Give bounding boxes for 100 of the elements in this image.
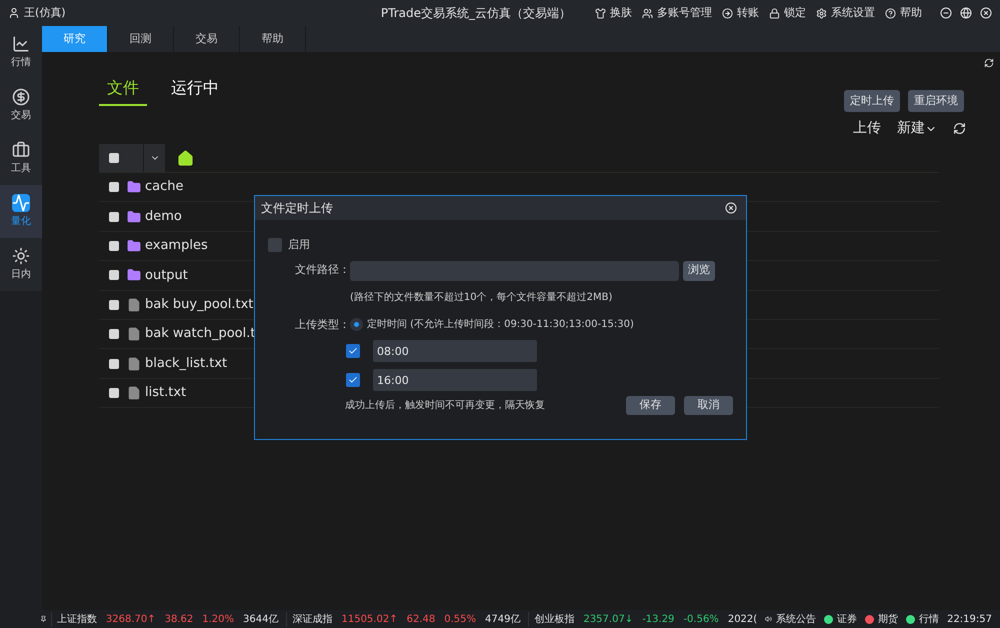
file-icon: [127, 356, 141, 371]
user-icon: [8, 7, 20, 19]
file-name[interactable]: bak watch_pool.t: [145, 324, 256, 344]
radio-label: 定时时间 (不允许上传时间段：09:30-11:30;13:00-15:30): [367, 318, 634, 332]
path-field[interactable]: [350, 260, 679, 280]
tab[interactable]: 回测: [108, 26, 174, 52]
home-icon[interactable]: [177, 150, 194, 166]
check-icon: [348, 375, 358, 385]
pin-icon[interactable]: [40, 614, 47, 624]
sidebar-item[interactable]: 交易: [0, 79, 42, 132]
checkbox[interactable]: [109, 300, 119, 310]
index-name: 深证成指: [292, 612, 332, 626]
transfer-icon: [722, 8, 733, 18]
index-price: 2357.07↓: [583, 612, 634, 626]
radio-button[interactable]: [350, 318, 363, 332]
time-field[interactable]: 16:00: [373, 369, 537, 391]
folder-icon: [127, 180, 141, 194]
help-icon: [885, 8, 896, 18]
index-percent: -0.56%: [683, 612, 719, 626]
toolbar-button[interactable]: 多账号管理: [642, 4, 712, 22]
checkbox[interactable]: [109, 240, 119, 251]
subtab[interactable]: 文件: [99, 76, 147, 106]
case-icon: [12, 141, 30, 159]
dialog-title: 文件定时上传: [261, 200, 333, 217]
index-name: 上证指数: [56, 612, 97, 626]
browse-button[interactable]: 浏览: [683, 260, 715, 280]
time-field[interactable]: 08:00: [373, 340, 537, 362]
file-name[interactable]: demo: [145, 206, 182, 226]
tab[interactable]: 帮助: [240, 26, 306, 52]
file-name[interactable]: cache: [145, 177, 184, 197]
close-icon[interactable]: [725, 202, 737, 214]
index-volume: 3644亿: [243, 612, 278, 626]
user-name: 王(仿真): [24, 4, 66, 21]
market-label: 行情: [919, 612, 940, 626]
index-change: 38.62: [164, 612, 194, 626]
market-label: 证券: [837, 612, 858, 626]
refresh-icon[interactable]: [953, 122, 966, 135]
note-text: 成功上传后，触发时间不可再变更，隔天恢复: [345, 398, 545, 413]
folder-icon: [127, 268, 141, 282]
checkbox[interactable]: [346, 344, 360, 358]
file-icon: [127, 327, 141, 342]
checkbox[interactable]: [268, 238, 282, 252]
upload-button[interactable]: 上传: [853, 118, 881, 139]
checkbox[interactable]: [109, 358, 119, 369]
sidebar-item[interactable]: 工具: [0, 132, 42, 185]
refresh-icon[interactable]: [984, 58, 994, 68]
checkbox[interactable]: [109, 270, 119, 280]
index-price: 3268.70↑: [106, 612, 156, 626]
toolbar-button[interactable]: 换肤: [595, 4, 632, 22]
path-label: 文件路径：: [294, 262, 350, 278]
toolbar-button[interactable]: 帮助: [885, 4, 922, 22]
close-icon[interactable]: [980, 7, 992, 19]
check-icon: [348, 346, 358, 356]
chart-icon: [12, 35, 30, 53]
file-name[interactable]: list.txt: [145, 383, 186, 403]
index-percent: 0.55%: [444, 612, 476, 626]
gear-icon: [816, 8, 827, 18]
action-button[interactable]: 重启环境: [908, 90, 964, 112]
window-title: PTrade交易系统_云仿真（交易端）: [380, 5, 571, 22]
checkbox[interactable]: [109, 212, 119, 222]
file-icon: [127, 298, 141, 312]
file-name[interactable]: bak buy_pool.txt: [145, 295, 254, 314]
minimize-icon[interactable]: [940, 7, 952, 19]
toolbar-button[interactable]: 锁定: [769, 4, 806, 22]
pulse-icon: [12, 194, 30, 212]
enable-label: 启用: [288, 237, 310, 253]
index-percent: 1.20%: [202, 612, 234, 626]
file-name[interactable]: black_list.txt: [145, 354, 228, 374]
toolbar-button[interactable]: 转账: [722, 4, 759, 22]
index-volume: 4749亿: [485, 612, 520, 626]
cancel-button[interactable]: 取消: [684, 396, 733, 415]
file-name[interactable]: output: [145, 266, 188, 286]
tab[interactable]: 交易: [174, 26, 240, 52]
new-menu-button[interactable]: 新建: [897, 118, 937, 139]
checkbox[interactable]: [109, 388, 119, 398]
lock-icon: [769, 8, 780, 18]
notice-link[interactable]: 系统公告: [776, 612, 816, 626]
file-name[interactable]: examples: [145, 236, 208, 256]
checkbox[interactable]: [109, 153, 119, 163]
sidebar-item[interactable]: 日内: [0, 238, 42, 291]
checkbox[interactable]: [109, 182, 119, 192]
speaker-icon: [765, 614, 772, 624]
checkbox[interactable]: [346, 373, 360, 387]
folder-icon: [127, 238, 141, 253]
action-button[interactable]: 定时上传: [844, 90, 900, 112]
sidebar-item[interactable]: 行情: [0, 26, 42, 79]
toolbar-button[interactable]: 系统设置: [816, 4, 875, 22]
sidebar-item[interactable]: 量化: [0, 185, 42, 238]
index-change: -13.29: [642, 612, 674, 626]
hint-text: (路径下的文件数量不超过10个，每个文件容量不超过2MB): [350, 290, 614, 304]
type-label: 上传类型：: [294, 316, 350, 332]
checkbox[interactable]: [109, 329, 119, 340]
users-icon: [642, 8, 653, 18]
index-change: 62.48: [406, 612, 436, 626]
file-icon: [127, 386, 141, 400]
index-volume: 2022(: [728, 612, 758, 626]
market-label: 期货: [878, 612, 898, 626]
save-button[interactable]: 保存: [626, 396, 675, 415]
select-all-control[interactable]: [99, 144, 165, 172]
subtab[interactable]: 运行中: [163, 76, 227, 106]
